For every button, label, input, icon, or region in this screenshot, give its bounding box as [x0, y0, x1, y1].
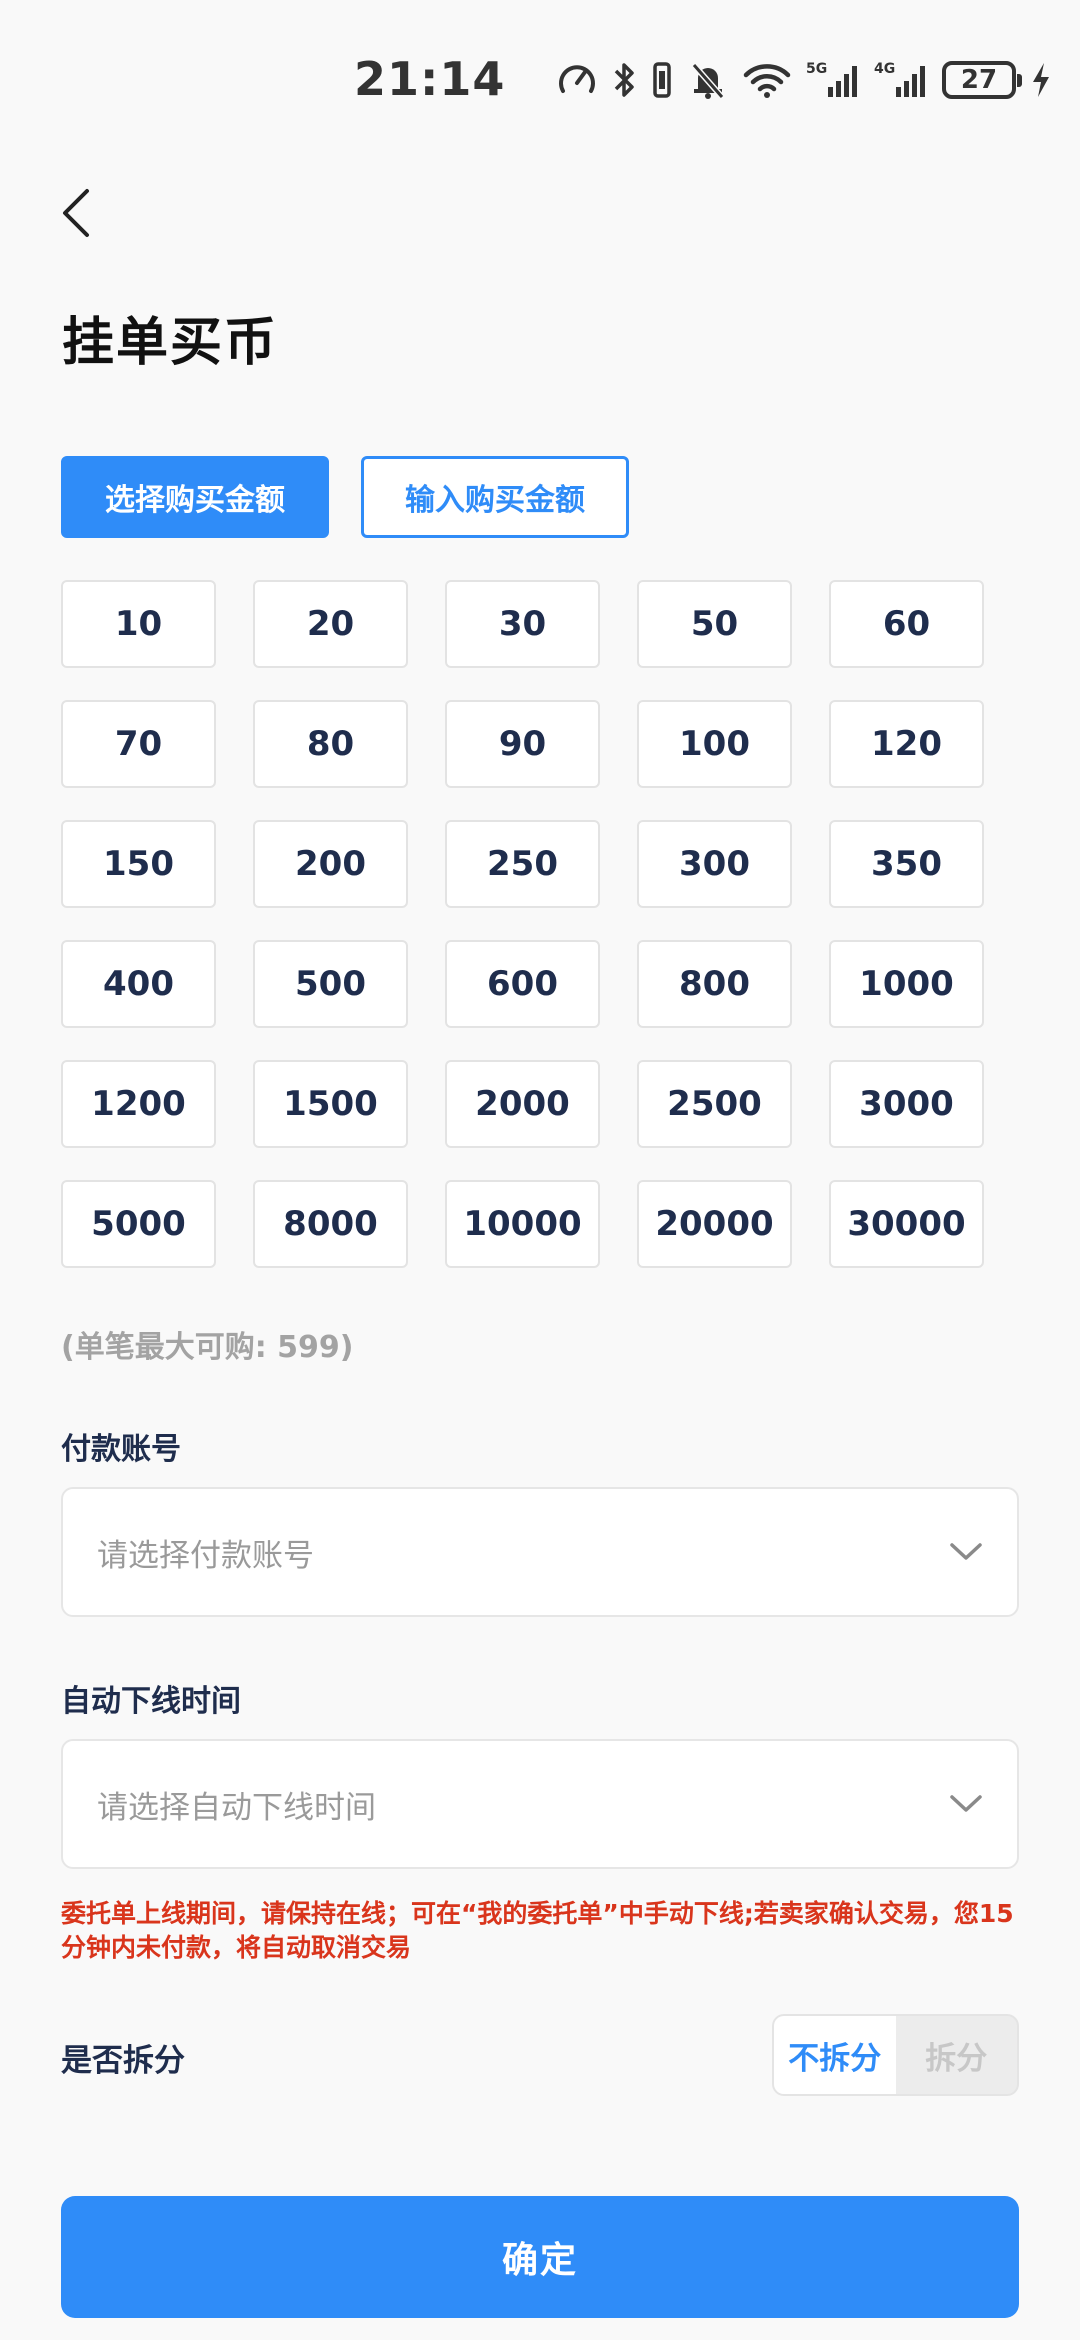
payment-account-label: 付款账号: [61, 1432, 181, 1467]
chevron-down-icon: [950, 1795, 982, 1812]
no-split-option[interactable]: 不拆分: [774, 2016, 896, 2094]
amount-option[interactable]: 2500: [637, 1060, 792, 1148]
split-toggle: 不拆分 拆分: [772, 2014, 1019, 2096]
tab-input-amount[interactable]: 输入购买金额: [361, 456, 629, 538]
amount-option[interactable]: 20: [253, 580, 408, 668]
amount-option[interactable]: 10000: [445, 1180, 600, 1268]
amount-option[interactable]: 80: [253, 700, 408, 788]
tab-select-amount[interactable]: 选择购买金额: [61, 456, 329, 538]
amount-option[interactable]: 8000: [253, 1180, 408, 1268]
amount-option[interactable]: 2000: [445, 1060, 600, 1148]
mode-tabs: 选择购买金额 输入购买金额: [61, 456, 629, 538]
auto-offline-label: 自动下线时间: [61, 1684, 241, 1719]
amount-option[interactable]: 1000: [829, 940, 984, 1028]
amount-option[interactable]: 500: [253, 940, 408, 1028]
amount-option[interactable]: 60: [829, 580, 984, 668]
auto-offline-placeholder: 请选择自动下线时间: [97, 1789, 376, 1826]
bluetooth-icon: [614, 63, 634, 97]
amount-option[interactable]: 250: [445, 820, 600, 908]
max-purchase-hint: (单笔最大可购: 599): [61, 1330, 354, 1365]
mute-bell-icon: [691, 63, 725, 99]
amount-option[interactable]: 120: [829, 700, 984, 788]
status-time: 21:14: [354, 52, 506, 106]
battery-level: 27: [960, 65, 998, 95]
split-label: 是否拆分: [61, 2043, 185, 2079]
split-option[interactable]: 拆分: [896, 2016, 1018, 2094]
auto-offline-select[interactable]: 请选择自动下线时间: [61, 1739, 1019, 1869]
amount-grid: 10 20 30 50 60 70 80 90 100 120 150 200 …: [61, 580, 985, 1268]
speed-gauge-icon: [559, 65, 595, 93]
network-5g-label: 5G: [806, 61, 827, 77]
amount-option[interactable]: 70: [61, 700, 216, 788]
chevron-down-icon: [950, 1543, 982, 1560]
amount-option[interactable]: 200: [253, 820, 408, 908]
amount-option[interactable]: 600: [445, 940, 600, 1028]
payment-account-select[interactable]: 请选择付款账号: [61, 1487, 1019, 1617]
signal-4g-icon: 4G: [874, 61, 925, 97]
battery-icon: 27: [942, 61, 1022, 99]
amount-option[interactable]: 1500: [253, 1060, 408, 1148]
amount-option[interactable]: 400: [61, 940, 216, 1028]
amount-option[interactable]: 800: [637, 940, 792, 1028]
amount-option[interactable]: 10: [61, 580, 216, 668]
charging-icon: [1033, 63, 1049, 97]
network-4g-label: 4G: [874, 61, 895, 77]
signal-5g-icon: 5G: [806, 61, 857, 97]
amount-option[interactable]: 30000: [829, 1180, 984, 1268]
status-bar: 21:14 5G 4G 27: [0, 0, 1080, 160]
amount-option[interactable]: 30: [445, 580, 600, 668]
wifi-icon: [743, 64, 791, 98]
vibrate-icon: [653, 62, 671, 98]
confirm-button[interactable]: 确定: [61, 2196, 1019, 2318]
status-icons: 5G 4G 27: [556, 52, 1052, 108]
amount-option[interactable]: 50: [637, 580, 792, 668]
page-title: 挂单买币: [62, 313, 279, 373]
payment-account-placeholder: 请选择付款账号: [97, 1537, 314, 1574]
amount-option[interactable]: 20000: [637, 1180, 792, 1268]
back-button[interactable]: [46, 178, 106, 248]
amount-option[interactable]: 300: [637, 820, 792, 908]
amount-option[interactable]: 350: [829, 820, 984, 908]
amount-option[interactable]: 5000: [61, 1180, 216, 1268]
amount-option[interactable]: 90: [445, 700, 600, 788]
order-warning-text: 委托单上线期间，请保持在线；可在“我的委托单”中手动下线;若卖家确认交易，您15…: [61, 1899, 1014, 1962]
amount-option[interactable]: 1200: [61, 1060, 216, 1148]
amount-option[interactable]: 150: [61, 820, 216, 908]
amount-option[interactable]: 3000: [829, 1060, 984, 1148]
amount-option[interactable]: 100: [637, 700, 792, 788]
chevron-left-icon: [63, 189, 89, 237]
